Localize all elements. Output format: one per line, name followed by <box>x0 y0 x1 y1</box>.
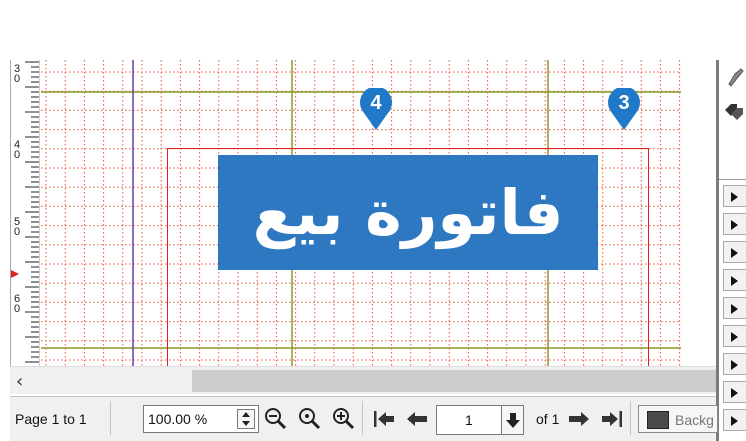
right-tool-panel <box>716 60 746 441</box>
callout-marker-4: 4 <box>359 86 393 132</box>
zoom-out-icon[interactable] <box>262 405 290 433</box>
expand-arrow-icon <box>731 388 738 398</box>
ruler-label-4: 40 <box>14 139 21 161</box>
zoom-fit-icon[interactable] <box>296 405 324 433</box>
zoom-in-icon[interactable] <box>330 405 358 433</box>
expand-arrow-icon <box>731 304 738 314</box>
expand-arrow-icon <box>731 332 738 342</box>
invoice-title-box[interactable]: فاتورة بيع <box>218 155 598 270</box>
page-range-text: Page 1 to 1 <box>15 411 87 427</box>
invoice-title-text: فاتورة بيع <box>252 176 564 249</box>
expand-arrow-icon <box>731 276 738 286</box>
expand-section-button[interactable] <box>723 269 746 291</box>
preview-status-bar: Page 1 to 1 100.00 % 1 of 1 Backg <box>10 396 718 441</box>
scroll-left-icon[interactable]: ‹ <box>16 371 23 392</box>
expand-section-button[interactable] <box>723 185 746 207</box>
ruler-label-3: 30 <box>14 63 21 85</box>
next-page-icon[interactable] <box>565 405 593 433</box>
expand-section-button[interactable] <box>723 297 746 319</box>
right-panel-tools <box>719 60 746 180</box>
expand-section-button[interactable] <box>723 241 746 263</box>
design-canvas[interactable]: فاتورة بيع 4 3 <box>41 60 681 366</box>
spin-up-icon[interactable] <box>242 412 250 417</box>
previous-page-icon[interactable] <box>403 405 431 433</box>
background-button[interactable]: Backg <box>638 405 718 433</box>
first-page-icon[interactable] <box>370 405 398 433</box>
brush-icon[interactable] <box>725 66 745 88</box>
zoom-input[interactable]: 100.00 % <box>143 405 259 433</box>
expand-section-button[interactable] <box>723 213 746 235</box>
last-page-icon[interactable] <box>598 405 626 433</box>
expand-section-button[interactable] <box>723 325 746 347</box>
callout-marker-3: 3 <box>607 86 641 132</box>
expand-section-button[interactable] <box>723 353 746 375</box>
expand-arrow-icon <box>731 220 738 230</box>
background-swatch <box>647 411 669 429</box>
spin-down-icon[interactable] <box>242 421 250 426</box>
expand-arrow-icon <box>731 248 738 258</box>
expand-arrow-icon <box>731 192 738 202</box>
expand-arrow-icon <box>731 416 738 426</box>
page-dropdown-button[interactable] <box>501 406 523 434</box>
horizontal-scrollbar[interactable]: ‹ <box>10 366 716 394</box>
vertical-ruler: 30 40 50 60 <box>10 60 40 366</box>
ruler-ticks <box>11 61 39 363</box>
report-designer-window: 30 40 50 60 فاتورة بيع 4 3 ‹ Page 1 to 1… <box>0 0 746 441</box>
separator <box>362 401 363 435</box>
separator <box>630 401 631 435</box>
zoom-spinner[interactable] <box>237 409 255 429</box>
down-arrow-icon <box>506 413 520 428</box>
expand-arrow-icon <box>731 360 738 370</box>
expand-section-button[interactable] <box>723 381 746 403</box>
separator <box>110 401 111 435</box>
ruler-position-marker <box>11 270 19 278</box>
page-number-select[interactable]: 1 <box>436 405 524 435</box>
ruler-label-5: 50 <box>14 216 21 238</box>
tags-icon[interactable] <box>723 102 745 124</box>
scrollbar-thumb[interactable] <box>192 370 716 392</box>
expand-section-button[interactable] <box>723 409 746 431</box>
ruler-label-6: 60 <box>14 293 21 315</box>
page-count-text: of 1 <box>536 411 560 427</box>
